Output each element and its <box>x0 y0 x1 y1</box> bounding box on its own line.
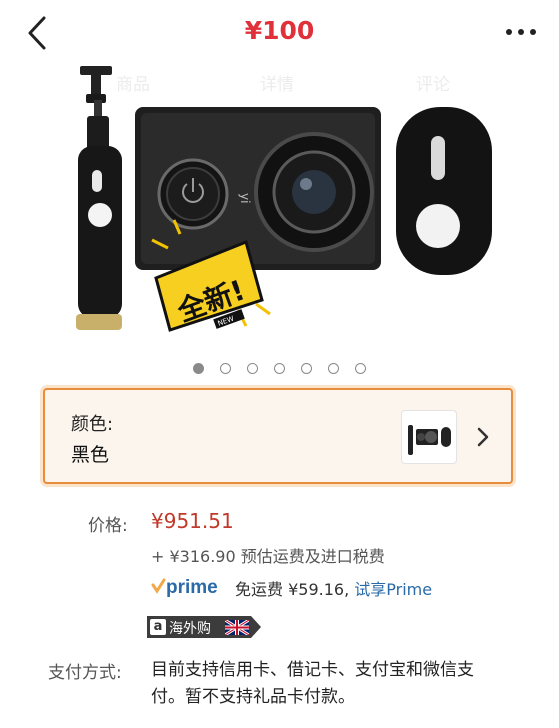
overseas-badge-text: 海外购 <box>169 621 211 637</box>
try-prime-link[interactable]: 试享Prime <box>354 580 432 599</box>
shipping-tax-estimate: + ¥316.90 预估运费及进口税费 <box>151 547 385 566</box>
header-price: ¥100 <box>244 16 315 45</box>
more-dots-icon[interactable] <box>503 22 539 42</box>
carousel-dot[interactable] <box>355 363 366 374</box>
svg-text:prime: prime <box>166 577 218 598</box>
price-label: 价格: <box>88 516 128 536</box>
carousel-dot[interactable] <box>220 363 231 374</box>
uk-flag-icon <box>225 620 249 635</box>
camera-body: yi <box>135 107 381 270</box>
remote-control <box>396 107 492 275</box>
carousel-dots <box>0 361 559 377</box>
prime-logo-icon: prime <box>151 577 218 598</box>
carousel-dot[interactable] <box>328 363 339 374</box>
variant-thumbnail <box>401 410 457 464</box>
carousel-dot[interactable] <box>193 363 204 374</box>
top-bar: ¥100 <box>0 0 559 64</box>
payment-info: 目前支持信用卡、借记卡、支付宝和微信支付。暂不支持礼品卡付款。 <box>151 660 474 707</box>
carousel-dot[interactable] <box>274 363 285 374</box>
carousel-dot[interactable] <box>247 363 258 374</box>
selfie-stick <box>76 66 122 330</box>
variant-value: 黑色 <box>71 444 110 466</box>
chevron-right-icon <box>477 427 489 447</box>
product-image[interactable]: yi 全新! NEW <box>0 60 559 360</box>
color-variant-selector[interactable]: 颜色: 黑色 <box>43 388 513 484</box>
variant-label: 颜色: <box>71 414 114 435</box>
payment-label: 支付方式: <box>48 663 122 683</box>
amazon-logo-icon: a <box>150 619 166 635</box>
overseas-badge: a 海外购 <box>147 616 261 638</box>
prime-shipping: 免运费 ¥59.16, <box>235 580 350 599</box>
product-price: ¥951.51 <box>151 509 234 533</box>
svg-text:yi: yi <box>238 193 252 203</box>
carousel-dot[interactable] <box>301 363 312 374</box>
svg-text:NEW: NEW <box>217 315 235 328</box>
